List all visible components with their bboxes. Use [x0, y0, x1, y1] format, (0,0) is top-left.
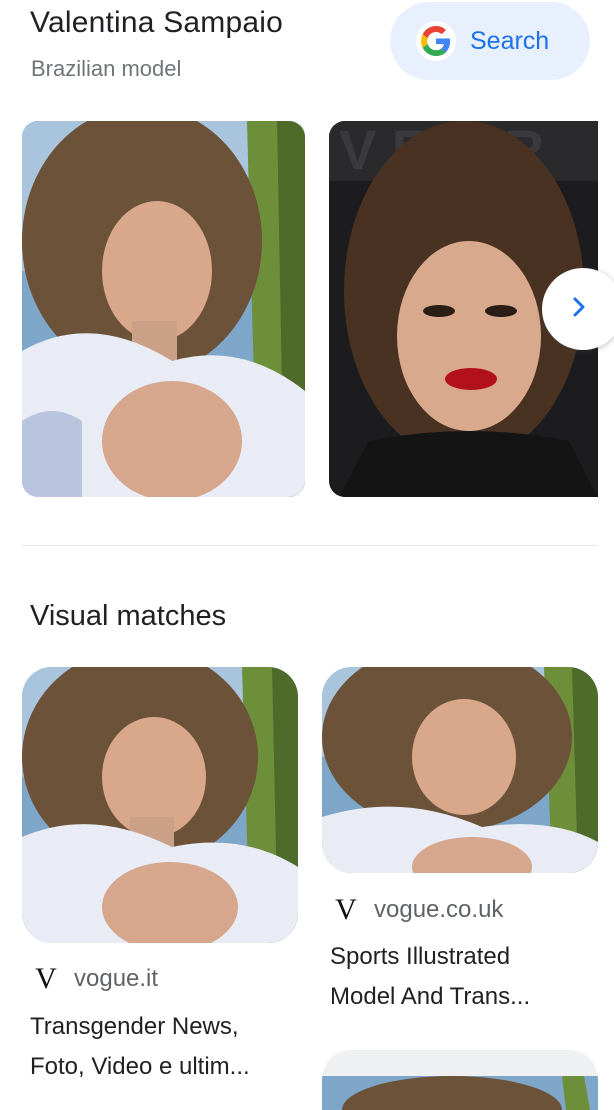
title-line: Sports Illustrated	[330, 943, 511, 970]
entity-photo-1[interactable]	[22, 121, 305, 497]
source-name: vogue.co.uk	[374, 896, 504, 923]
visual-match-source-1[interactable]: V vogue.it	[30, 964, 158, 994]
source-name: vogue.it	[74, 965, 159, 992]
chevron-right-icon	[568, 296, 590, 323]
visual-match-title-1[interactable]: Transgender News, Foto, Video e ultim...	[30, 1007, 300, 1087]
entity-title: Valentina Sampaio	[30, 6, 284, 39]
title-line: Model And Trans...	[330, 983, 531, 1010]
visual-match-title-2[interactable]: Sports Illustrated Model And Trans...	[330, 937, 600, 1017]
search-button[interactable]: Search	[390, 2, 590, 80]
entity-description: Brazilian model	[31, 56, 182, 81]
vogue-logo-icon: V	[335, 893, 357, 926]
vogue-logo-icon: V	[35, 962, 57, 995]
title-line: Transgender News,	[30, 1013, 239, 1040]
visual-match-source-2[interactable]: V vogue.co.uk	[330, 895, 503, 925]
visual-match-image-1[interactable]	[22, 667, 298, 943]
title-line: Foto, Video e ultim...	[30, 1053, 250, 1080]
google-g-icon	[416, 21, 456, 61]
visual-match-image-2[interactable]	[322, 667, 598, 873]
visual-match-card-2[interactable]: V vogue.co.uk Sports Illustrated Model A…	[322, 667, 598, 1027]
search-button-label: Search	[470, 26, 550, 55]
visual-matches-heading: Visual matches	[30, 600, 227, 632]
carousel-next-button[interactable]	[542, 268, 614, 350]
section-divider	[22, 545, 598, 546]
visual-match-card-1[interactable]: V vogue.it Transgender News, Foto, Video…	[22, 667, 298, 1087]
visual-match-image-3[interactable]	[322, 1050, 598, 1110]
